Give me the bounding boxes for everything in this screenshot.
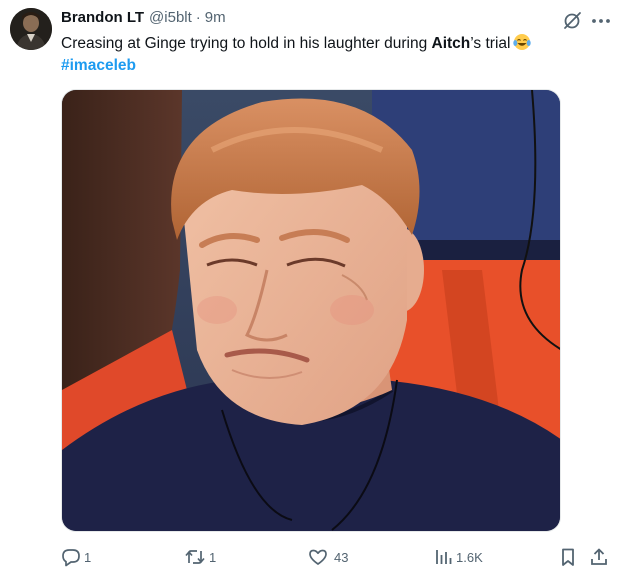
action-bar: 1 1 43 1.6K (61, 546, 621, 568)
author-name[interactable]: Brandon LT (61, 9, 144, 26)
tweet-header: Brandon LT @i5blt · 9m (61, 9, 574, 31)
tweet-text-part: ’s trial (470, 35, 511, 52)
bookmark-button[interactable] (558, 546, 578, 568)
tweet-photo[interactable] (61, 89, 561, 532)
tweet-text-part: Creasing at Ginge trying to hold in his … (61, 35, 432, 52)
repost-icon (184, 547, 206, 567)
tweet-time[interactable]: 9m (205, 9, 226, 26)
reply-icon (61, 547, 81, 567)
mention-bold: Aitch (431, 35, 471, 52)
repost-button[interactable]: 1 (184, 546, 216, 568)
tears-of-joy-emoji (513, 33, 532, 58)
like-button[interactable]: 43 (308, 546, 348, 568)
like-count: 43 (334, 549, 349, 565)
separator-dot: · (195, 9, 201, 26)
grok-icon[interactable] (561, 10, 583, 32)
bookmark-icon (558, 547, 578, 567)
views-button[interactable]: 1.6K (433, 546, 483, 568)
heart-icon (308, 547, 328, 567)
more-dots-icon[interactable] (589, 10, 613, 32)
views-count: 1.6K (456, 549, 483, 565)
repost-count: 1 (209, 549, 217, 565)
views-chart-icon (433, 547, 453, 567)
reply-button[interactable]: 1 (61, 546, 91, 568)
avatar[interactable] (10, 8, 52, 50)
author-handle[interactable]: @i5blt (149, 9, 192, 26)
tweet-text: Creasing at Ginge trying to hold in his … (61, 33, 611, 58)
hashtag-link[interactable]: #imaceleb (61, 55, 136, 77)
tweet-card: Brandon LT @i5blt · 9m Creasing at Ginge tr… (0, 0, 634, 574)
share-button[interactable] (589, 546, 609, 568)
share-icon (589, 547, 609, 567)
reply-count: 1 (84, 549, 92, 565)
